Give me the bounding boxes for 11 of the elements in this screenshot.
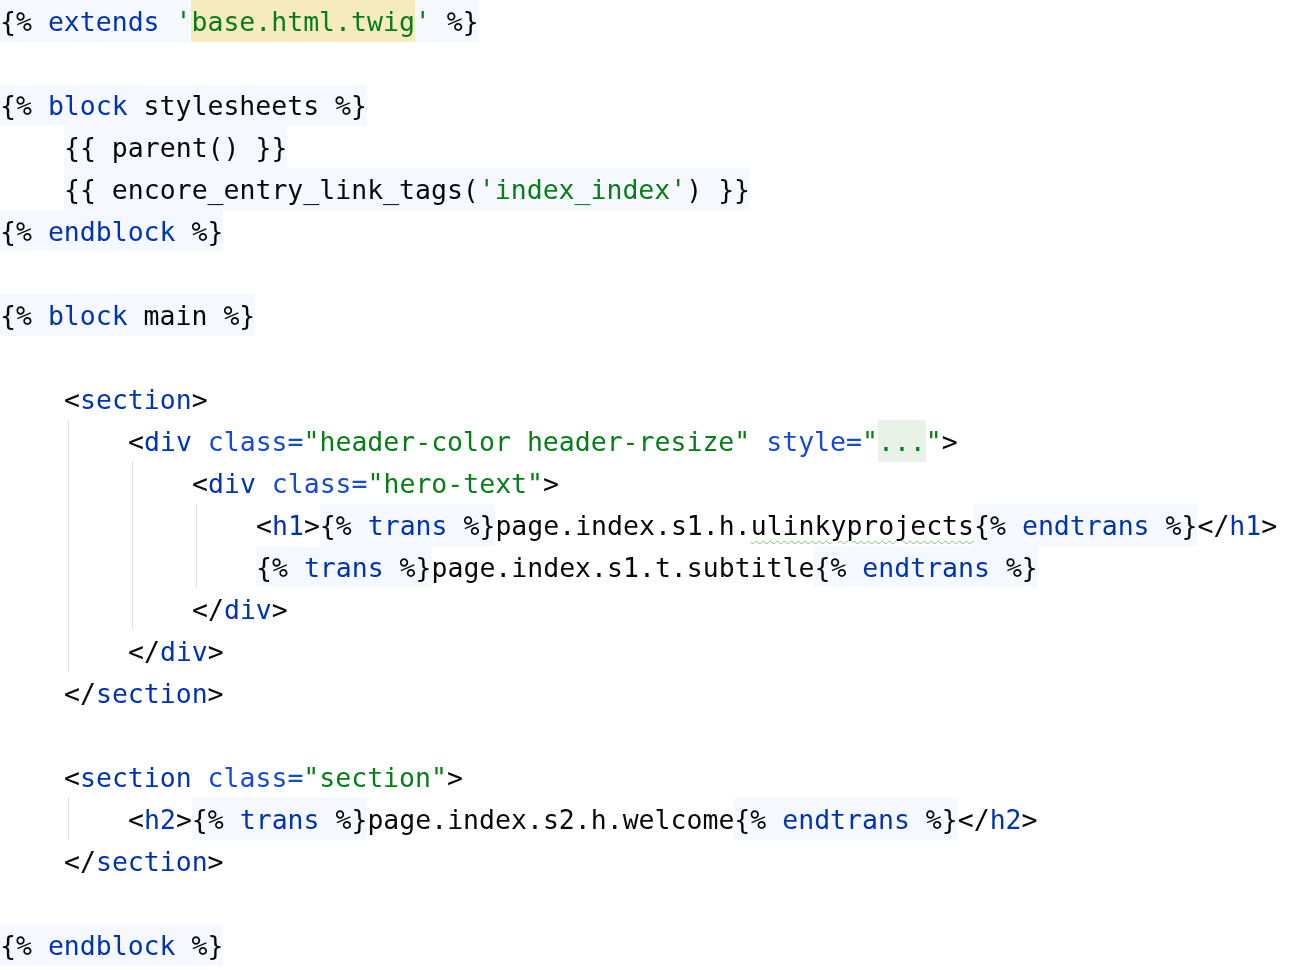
code-line: </section> [64,676,224,711]
code-line: </div> [192,592,288,627]
code-line: <div class="hero-text"> [192,466,559,501]
code-line: {% trans %}page.index.s1.t.subtitle{% endtrans %} [256,546,1038,588]
code-line: <h1>{% trans %}page.index.s1.h.ulinkyprojects{% endtrans %}</h1> [256,504,1278,546]
code-line: <div class="header-color header-resize" style="..."> [128,420,958,462]
code-line: </section> [64,844,224,879]
code-line: </div> [128,634,224,669]
code-line: <h2>{% trans %}page.index.s2.h.welcome{% endtrans %}</h2> [128,798,1038,840]
code-line: <section class="section"> [64,760,463,795]
code-line: <section> [64,382,208,417]
